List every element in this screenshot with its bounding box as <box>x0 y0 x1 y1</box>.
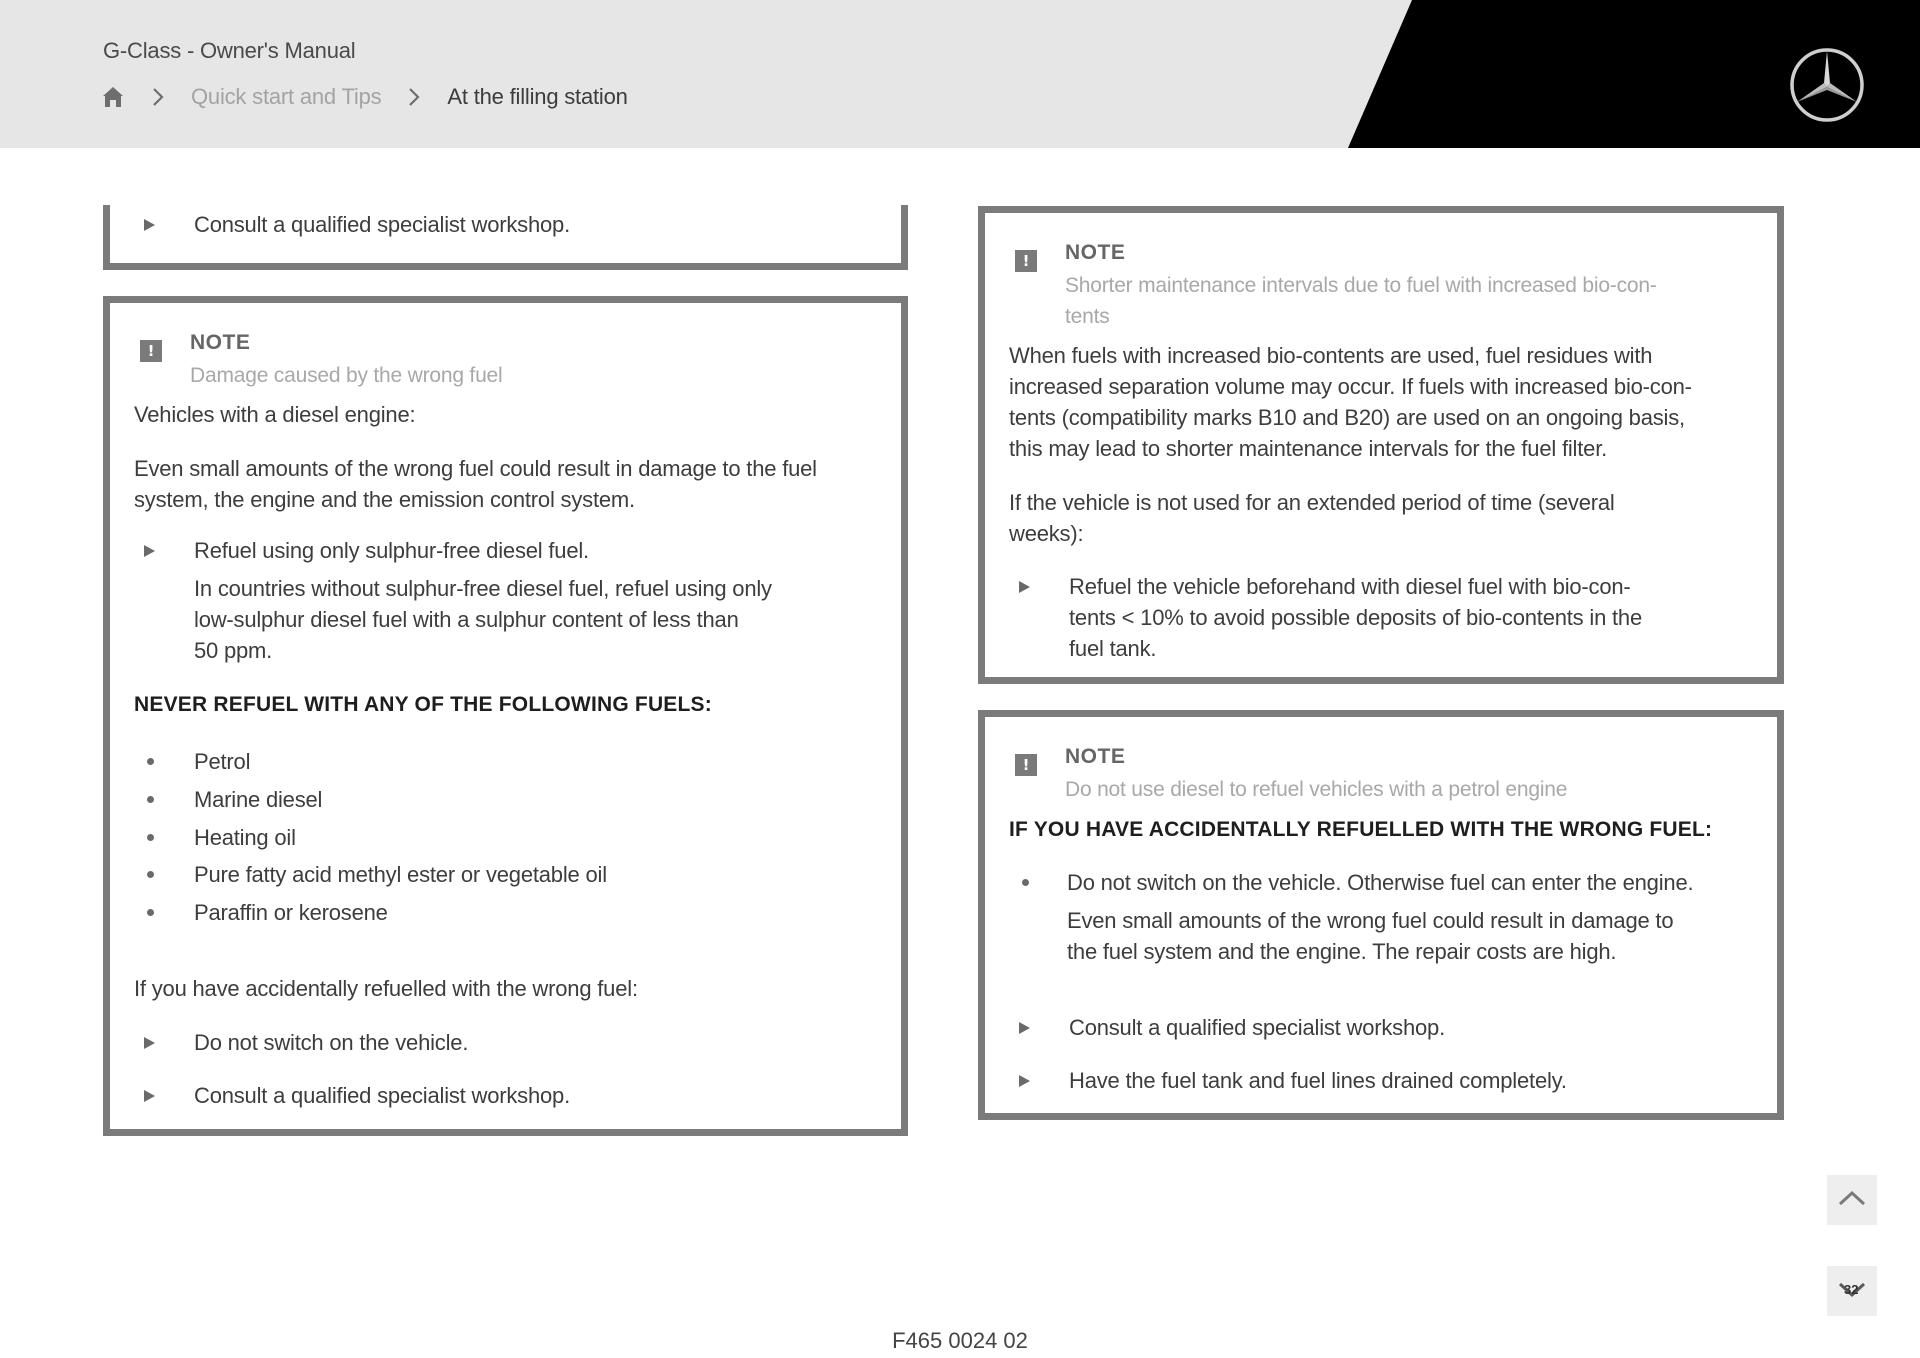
paragraph-line: system, the engine and the emission cont… <box>134 487 635 512</box>
if-wrong-text: If you have accidentally refuelled with … <box>134 976 638 1001</box>
note-box-petrol-engine: ! NOTE Do not use diesel to refuel vehic… <box>978 710 1784 1120</box>
paragraph-line: weeks): <box>1009 521 1084 546</box>
chevron-right-icon <box>407 86 421 108</box>
chevron-up-icon <box>1837 1188 1867 1213</box>
note-subtitle: Do not use diesel to refuel vehicles wit… <box>1065 778 1568 801</box>
exclamation-icon: ! <box>1015 250 1037 272</box>
step-line: tents < 10% to avoid possible deposits o… <box>1069 605 1643 630</box>
chevron-right-icon <box>151 86 165 108</box>
figure-code: F465 0024 02 <box>892 1328 1028 1353</box>
step-detail-line: In countries without sulphur-free diesel… <box>194 576 772 601</box>
section-heading: IF YOU HAVE ACCIDENTALLY REFUELLED WITH … <box>1009 818 1713 841</box>
breadcrumb-link-quick-start[interactable]: Quick start and Tips <box>191 84 382 110</box>
mercedes-star-icon[interactable] <box>1788 46 1866 124</box>
note-subtitle: Shorter maintenance intervals due to fue… <box>1065 274 1657 297</box>
step-line: fuel tank. <box>1069 636 1157 661</box>
note-label: NOTE <box>190 331 251 354</box>
bullet-icon <box>144 897 158 928</box>
note-subtitle: tents <box>1065 305 1110 328</box>
step-arrow-icon <box>1019 1065 1033 1096</box>
breadcrumb-current: At the filling station <box>447 84 628 109</box>
paragraph-line: Even small amounts of the wrong fuel cou… <box>134 456 817 481</box>
bullet-icon <box>144 746 158 777</box>
home-icon[interactable] <box>101 85 125 109</box>
step-detail-line: low-sulphur diesel fuel with a sulphur c… <box>194 607 739 632</box>
exclamation-icon: ! <box>140 340 162 362</box>
bullet-icon <box>144 822 158 853</box>
scroll-up-button[interactable] <box>1827 1175 1877 1225</box>
note-subtitle: Damage caused by the wrong fuel <box>190 364 503 387</box>
exclamation-icon: ! <box>1015 754 1037 776</box>
page-number: 32 <box>1844 1282 1859 1297</box>
bullet-detail-line: the fuel system and the engine. The repa… <box>1067 939 1617 964</box>
bullet-icon <box>1019 867 1033 898</box>
warning-box-continued: Consult a qualified specialist workshop. <box>103 205 908 270</box>
intro-text: Vehicles with a diesel engine: <box>134 402 416 427</box>
paragraph-line: When fuels with increased bio-contents a… <box>1009 343 1653 368</box>
step-arrow-icon <box>144 1027 158 1058</box>
paragraph-line: increased separation volume may occur. I… <box>1009 374 1692 399</box>
note-label: NOTE <box>1065 241 1126 264</box>
scroll-down-button[interactable]: 32 <box>1827 1266 1877 1316</box>
section-heading: NEVER REFUEL WITH ANY OF THE FOLLOWING F… <box>134 693 712 716</box>
document-title: G-Class - Owner's Manual <box>103 38 356 63</box>
step-detail-line: 50 ppm. <box>194 638 273 663</box>
step-arrow-icon <box>144 1080 158 1111</box>
page-header: G-Class - Owner's Manual Quick start and… <box>0 0 1920 148</box>
paragraph-line: If the vehicle is not used for an extend… <box>1009 490 1615 515</box>
paragraph-line: tents (compatibility marks B10 and B20) … <box>1009 405 1685 430</box>
step-arrow-icon <box>144 209 158 240</box>
breadcrumb: Quick start and Tips At the filling stat… <box>101 82 628 112</box>
step-arrow-icon <box>1019 1012 1033 1043</box>
bullet-icon <box>144 859 158 890</box>
paragraph-line: this may lead to shorter maintenance int… <box>1009 436 1608 461</box>
note-box-bio-contents: ! NOTE Shorter maintenance intervals due… <box>978 206 1784 684</box>
note-label: NOTE <box>1065 745 1126 768</box>
step-arrow-icon <box>1019 571 1033 602</box>
bullet-detail-line: Even small amounts of the wrong fuel cou… <box>1067 908 1674 933</box>
note-box-wrong-fuel: ! NOTE Damage caused by the wrong fuel V… <box>103 296 908 1136</box>
step-arrow-icon <box>144 535 158 566</box>
bullet-icon <box>144 784 158 815</box>
